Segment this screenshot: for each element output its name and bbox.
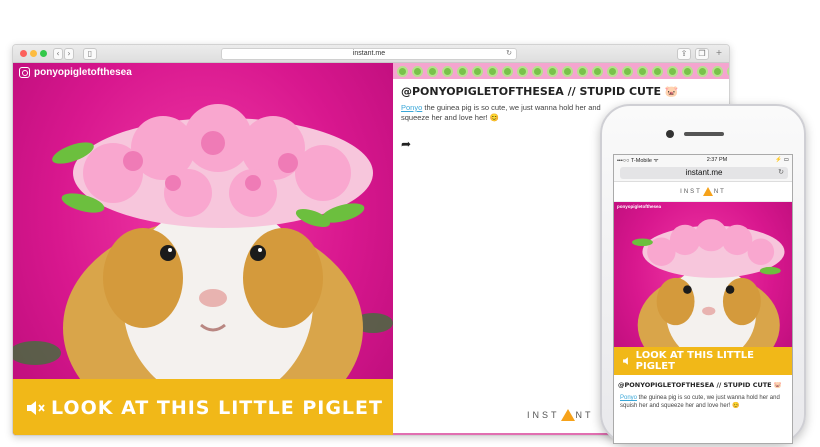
tabs-icon[interactable]: ❐	[695, 48, 709, 60]
instant-logo: INST NT	[527, 409, 594, 421]
guinea-pig-illustration	[13, 104, 393, 379]
mobile-mute-icon[interactable]	[622, 356, 633, 366]
mobile-logo-suffix: NT	[713, 188, 726, 195]
mobile-url: instant.me	[685, 168, 723, 177]
post-body-link[interactable]: Ponyo	[401, 103, 422, 112]
instagram-handle-text: ponyopigletofthesea	[34, 67, 132, 78]
instagram-handle[interactable]: ponyopigletofthesea	[19, 67, 132, 78]
status-time: 2:37 PM	[706, 156, 728, 163]
back-button[interactable]: ‹	[53, 48, 63, 60]
mute-icon[interactable]	[25, 399, 45, 417]
phone-screen: •••○○ T-Mobile ᯤ 2:37 PM ⚡ ▭ instant.me …	[613, 154, 793, 444]
address-bar[interactable]: instant.me ↻	[221, 48, 517, 60]
mobile-caption-bar: LOOK AT THIS LITTLE PIGLET	[614, 347, 792, 375]
post-title: @PONYOPIGLETOFTHESEA // STUPID CUTE 🐷	[401, 85, 679, 98]
address-bar-url: instant.me	[352, 50, 386, 57]
mobile-logo-prefix: INST	[680, 188, 702, 195]
phone-speaker	[684, 132, 724, 136]
reload-icon[interactable]: ↻	[506, 49, 512, 59]
browser-titlebar: ‹ › ▯ instant.me ↻ ⇪ ❐ +	[13, 45, 729, 63]
mobile-guinea-pig-illustration	[632, 219, 785, 347]
phone-status-bar: •••○○ T-Mobile ᯤ 2:37 PM ⚡ ▭	[614, 155, 792, 164]
forward-button[interactable]: ›	[64, 48, 74, 60]
share-arrow-icon[interactable]: ➦	[401, 137, 411, 151]
mobile-instagram-handle[interactable]: ponyopigletofthesea	[617, 204, 661, 209]
mobile-post-title: @PONYOPIGLETOFTHESEA // STUPID CUTE 🐷	[618, 381, 782, 389]
instant-logo-suffix: NT	[575, 410, 594, 420]
add-tab-icon[interactable]: +	[713, 48, 725, 60]
instant-logo-prefix: INST	[527, 410, 560, 420]
caption-text: LOOK AT THIS LITTLE PIGLET	[51, 397, 383, 419]
decorative-dot-strip	[393, 63, 729, 79]
caption-bar: LOOK AT THIS LITTLE PIGLET	[13, 379, 393, 435]
post-body: Ponyo the guinea pig is so cute, we just…	[401, 103, 631, 123]
instant-logo-triangle	[560, 409, 575, 421]
mobile-post-photo[interactable]: ponyopigletofthesea LOOK AT THIS LITTLE …	[614, 202, 792, 375]
mobile-phone-mockup: •••○○ T-Mobile ᯤ 2:37 PM ⚡ ▭ instant.me …	[600, 104, 806, 444]
share-icon[interactable]: ⇪	[677, 48, 691, 60]
mobile-post-body-text: the guinea pig is so cute, we just wanna…	[620, 395, 780, 409]
mobile-post-body: Ponyo the guinea pig is so cute, we just…	[614, 391, 792, 413]
mobile-caption-text: LOOK AT THIS LITTLE PIGLET	[635, 350, 754, 372]
mobile-instant-logo: INST NT	[614, 182, 792, 202]
mobile-reload-icon[interactable]: ↻	[778, 167, 784, 179]
mobile-logo-triangle	[702, 187, 713, 196]
minimize-window-button[interactable]	[30, 50, 37, 57]
post-photo[interactable]: ponyopigletofthesea LOOK AT THIS LITTLE …	[13, 63, 393, 435]
close-window-button[interactable]	[20, 50, 27, 57]
maximize-window-button[interactable]	[40, 50, 47, 57]
battery-icon: ⚡ ▭	[775, 156, 789, 163]
instagram-icon	[19, 67, 30, 78]
sidebar-icon[interactable]: ▯	[83, 48, 97, 60]
mobile-address-bar[interactable]: instant.me ↻	[614, 164, 792, 182]
mobile-post-body-link[interactable]: Ponyo	[620, 395, 637, 401]
post-body-text: the guinea pig is so cute, we just wanna…	[401, 103, 601, 122]
front-camera	[666, 130, 674, 138]
carrier-label: •••○○ T-Mobile ᯤ	[617, 157, 659, 164]
